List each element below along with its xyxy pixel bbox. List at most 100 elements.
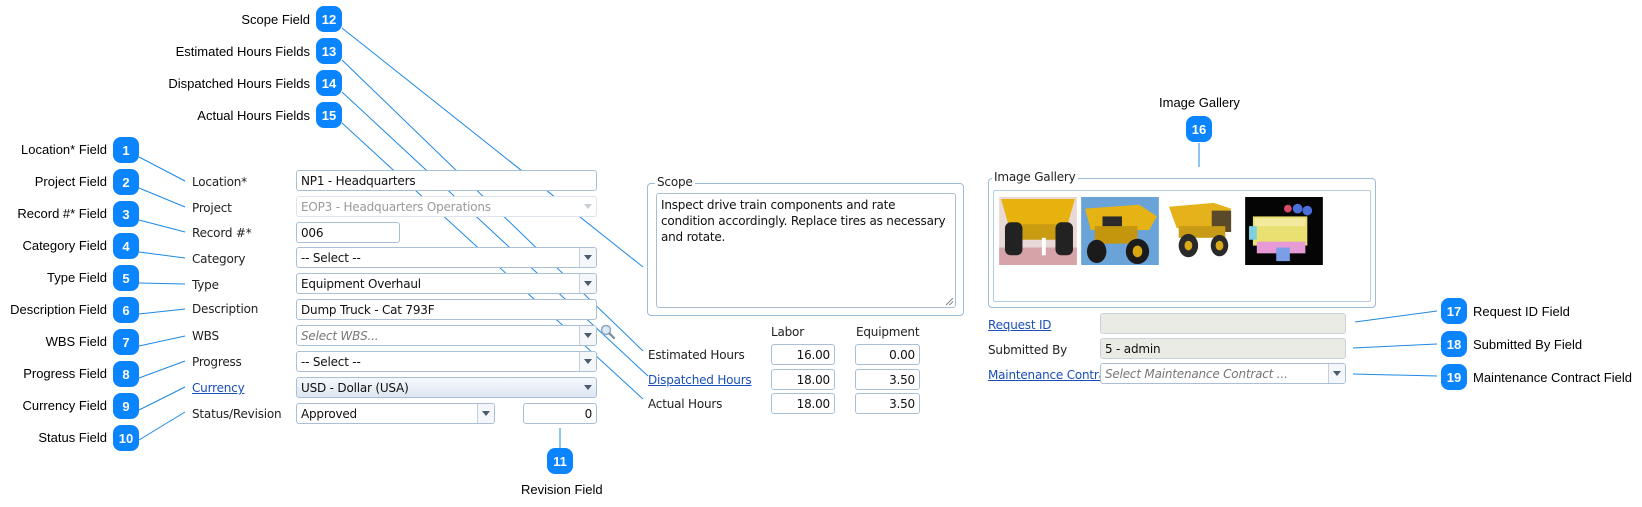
chevron-down-icon[interactable] bbox=[580, 378, 596, 397]
callout-badge-5: 5 bbox=[113, 265, 139, 291]
callout-label-maintenance-contract: Maintenance Contract Field bbox=[1473, 370, 1632, 385]
callout-label-description: Description Field bbox=[10, 302, 107, 317]
status-dropdown[interactable]: Approved bbox=[296, 403, 495, 424]
category-label: Category bbox=[192, 252, 246, 266]
maintenance-contract-link[interactable]: Maintenance Contract bbox=[988, 368, 1117, 382]
search-icon[interactable] bbox=[600, 324, 616, 340]
callout-badge-12: 12 bbox=[316, 6, 342, 32]
callout-badge-3: 3 bbox=[113, 201, 139, 227]
callout-badge-15: 15 bbox=[316, 102, 342, 128]
status-revision-label: Status/Revision bbox=[192, 407, 282, 421]
wbs-label: WBS bbox=[192, 329, 219, 343]
record-number-field[interactable]: 006 bbox=[296, 222, 400, 243]
callout-badge-6: 6 bbox=[113, 297, 139, 323]
chevron-down-icon[interactable] bbox=[579, 274, 596, 293]
location-field[interactable]: NP1 - Headquarters bbox=[296, 170, 597, 191]
callout-badge-4: 4 bbox=[113, 233, 139, 259]
currency-dropdown[interactable]: USD - Dollar (USA) bbox=[296, 377, 597, 398]
gallery-image-engine-cutaway[interactable] bbox=[1245, 197, 1323, 265]
gallery-image-dump-truck-front[interactable] bbox=[1081, 197, 1159, 265]
chevron-down-icon[interactable] bbox=[579, 352, 596, 371]
progress-value: -- Select -- bbox=[301, 354, 361, 369]
callout-badge-1: 1 bbox=[113, 137, 139, 163]
type-label: Type bbox=[192, 278, 219, 292]
submitted-by-field[interactable]: 5 - admin bbox=[1100, 338, 1346, 359]
callout-label-request-id: Request ID Field bbox=[1473, 304, 1570, 319]
estimated-labor-value: 16.00 bbox=[796, 347, 831, 362]
callout-label-type: Type Field bbox=[47, 270, 107, 285]
callout-label-estimated-hours: Estimated Hours Fields bbox=[175, 44, 310, 59]
dispatched-labor-field[interactable]: 18.00 bbox=[771, 369, 835, 390]
callout-label-wbs: WBS Field bbox=[45, 334, 107, 349]
category-value: -- Select -- bbox=[301, 250, 361, 265]
callout-badge-13: 13 bbox=[316, 38, 342, 64]
actual-equipment-field[interactable]: 3.50 bbox=[855, 393, 920, 414]
scope-text: Inspect drive train components and rate … bbox=[661, 198, 946, 244]
callout-label-status: Status Field bbox=[38, 430, 107, 445]
scope-legend: Scope bbox=[655, 175, 695, 189]
description-field[interactable]: Dump Truck - Cat 793F bbox=[296, 299, 597, 320]
callout-label-scope: Scope Field bbox=[241, 12, 310, 27]
callout-badge-9: 9 bbox=[113, 393, 139, 419]
image-gallery-legend: Image Gallery bbox=[992, 170, 1078, 184]
project-dropdown[interactable]: EOP3 - Headquarters Operations bbox=[296, 196, 597, 217]
submitted-by-value: 5 - admin bbox=[1105, 341, 1161, 356]
dispatched-equipment-field[interactable]: 3.50 bbox=[855, 369, 920, 390]
currency-value: USD - Dollar (USA) bbox=[301, 380, 409, 395]
callout-label-actual-hours: Actual Hours Fields bbox=[197, 108, 310, 123]
dispatched-labor-value: 18.00 bbox=[796, 372, 831, 387]
chevron-down-icon[interactable] bbox=[579, 326, 596, 345]
callout-badge-11: 11 bbox=[547, 448, 573, 474]
callout-label-record: Record #* Field bbox=[17, 206, 107, 221]
callout-badge-14: 14 bbox=[316, 70, 342, 96]
gallery-image-dump-truck-side[interactable] bbox=[1163, 197, 1241, 265]
callout-label-project: Project Field bbox=[34, 174, 107, 189]
location-label: Location* bbox=[192, 175, 247, 189]
wbs-placeholder: Select WBS... bbox=[301, 328, 379, 343]
callout-badge-7: 7 bbox=[113, 329, 139, 355]
estimated-equipment-field[interactable]: 0.00 bbox=[855, 344, 920, 365]
equipment-column-header: Equipment bbox=[856, 325, 920, 339]
dispatched-hours-link[interactable]: Dispatched Hours bbox=[648, 373, 752, 387]
category-dropdown[interactable]: -- Select -- bbox=[296, 247, 597, 268]
project-label: Project bbox=[192, 201, 232, 215]
request-id-link[interactable]: Request ID bbox=[988, 318, 1052, 332]
description-label: Description bbox=[192, 302, 259, 316]
status-value: Approved bbox=[301, 406, 357, 421]
request-id-field[interactable] bbox=[1100, 313, 1346, 334]
type-dropdown[interactable]: Equipment Overhaul bbox=[296, 273, 597, 294]
chevron-down-icon bbox=[580, 197, 596, 216]
revision-value: 0 bbox=[584, 406, 593, 421]
chevron-down-icon[interactable] bbox=[579, 248, 596, 267]
labor-column-header: Labor bbox=[771, 325, 804, 339]
callout-label-progress: Progress Field bbox=[23, 366, 107, 381]
resize-grip-icon[interactable] bbox=[946, 298, 953, 305]
chevron-down-icon[interactable] bbox=[1328, 364, 1345, 383]
callout-badge-10: 10 bbox=[113, 425, 139, 451]
actual-labor-field[interactable]: 18.00 bbox=[771, 393, 835, 414]
callout-label-dispatched-hours: Dispatched Hours Fields bbox=[168, 76, 310, 91]
callout-label-submitted-by: Submitted By Field bbox=[1473, 337, 1583, 352]
callout-badge-18: 18 bbox=[1441, 331, 1467, 357]
dispatched-equipment-value: 3.50 bbox=[889, 372, 915, 387]
location-value: NP1 - Headquarters bbox=[301, 173, 416, 188]
chevron-down-icon[interactable] bbox=[477, 404, 494, 423]
maintenance-contract-dropdown[interactable]: Select Maintenance Contract ... bbox=[1100, 363, 1346, 384]
callout-badge-8: 8 bbox=[113, 361, 139, 387]
scope-textarea[interactable]: Inspect drive train components and rate … bbox=[656, 193, 956, 308]
actual-labor-value: 18.00 bbox=[796, 396, 831, 411]
currency-link[interactable]: Currency bbox=[192, 381, 245, 395]
description-value: Dump Truck - Cat 793F bbox=[301, 302, 435, 317]
callout-badge-17: 17 bbox=[1441, 298, 1467, 324]
actual-equipment-value: 3.50 bbox=[889, 396, 915, 411]
callout-label-image-gallery: Image Gallery bbox=[1159, 95, 1240, 110]
estimated-labor-field[interactable]: 16.00 bbox=[771, 344, 835, 365]
gallery-image-dump-truck-rear[interactable] bbox=[999, 197, 1077, 265]
callout-label-currency: Currency Field bbox=[22, 398, 107, 413]
revision-field[interactable]: 0 bbox=[523, 403, 597, 424]
wbs-dropdown[interactable]: Select WBS... bbox=[296, 325, 597, 346]
progress-label: Progress bbox=[192, 355, 242, 369]
progress-dropdown[interactable]: -- Select -- bbox=[296, 351, 597, 372]
callout-label-revision: Revision Field bbox=[521, 482, 603, 497]
project-value: EOP3 - Headquarters Operations bbox=[301, 199, 491, 214]
